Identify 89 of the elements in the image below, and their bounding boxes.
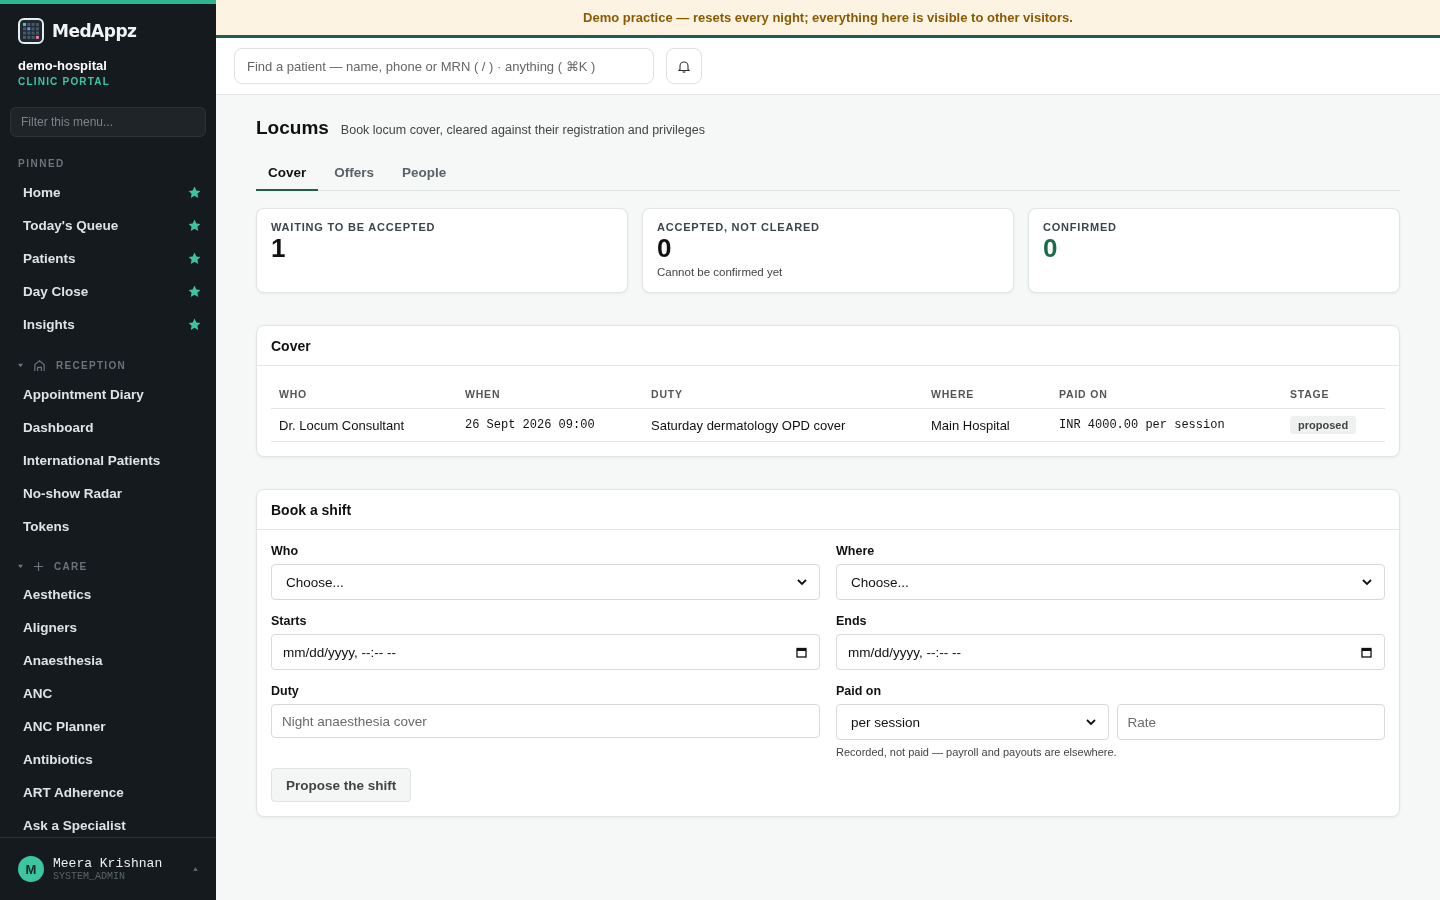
field-label: Paid on bbox=[836, 684, 883, 698]
stat-label: CONFIRMED bbox=[1043, 221, 1117, 233]
menu-item[interactable]: No-show Radar bbox=[23, 486, 122, 501]
house-icon bbox=[33, 359, 46, 372]
field-label: Duty bbox=[271, 684, 300, 698]
star-icon[interactable] bbox=[188, 285, 201, 298]
menu-item[interactable]: Anaesthesia bbox=[23, 653, 103, 668]
chevron-down-icon bbox=[1362, 578, 1372, 586]
stat-label: WAITING TO BE ACCEPTED bbox=[271, 221, 436, 233]
table-cell-text: INR 4000.00 per session bbox=[1058, 418, 1225, 432]
menu-item[interactable]: Home bbox=[23, 185, 61, 200]
field-label: Starts bbox=[271, 614, 308, 628]
bell-icon bbox=[678, 59, 690, 73]
select-field[interactable]: per session bbox=[836, 704, 1109, 740]
filter-field[interactable]: Filter this menu... bbox=[10, 107, 206, 137]
date-field[interactable]: mm/dd/yyyy, --:-- -- bbox=[836, 634, 1385, 670]
field-label: Who bbox=[271, 544, 300, 558]
menu-item[interactable]: Tokens bbox=[23, 519, 70, 534]
page-title: Locums bbox=[256, 117, 329, 139]
column-header: PAID ON bbox=[1058, 388, 1108, 400]
column-header: STAGE bbox=[1289, 388, 1330, 400]
chevron-down-icon bbox=[1085, 718, 1096, 726]
section-heading: CARE bbox=[54, 561, 88, 572]
stat-value: 0 bbox=[1043, 233, 1058, 263]
table-cell-text: Saturday dermatology OPD cover bbox=[650, 417, 846, 433]
menu-item[interactable]: Ask a Specialist bbox=[23, 818, 126, 833]
menu-item[interactable]: ART Adherence bbox=[23, 785, 124, 800]
stat-label: ACCEPTED, NOT CLEARED bbox=[657, 221, 820, 233]
input-field[interactable]: Night anaesthesia cover bbox=[271, 704, 820, 738]
menu-item[interactable]: Aesthetics bbox=[23, 587, 92, 602]
notifications-button[interactable] bbox=[666, 48, 702, 84]
search-field[interactable]: Find a patient — name, phone or MRN ( / ) · anything ( ⌘K ) bbox=[234, 48, 654, 84]
card-title: Cover bbox=[257, 326, 1399, 366]
card-title: Book a shift bbox=[257, 490, 1399, 530]
tab[interactable]: Cover bbox=[256, 155, 319, 191]
stat-value: 1 bbox=[271, 233, 286, 263]
star-icon[interactable] bbox=[188, 219, 201, 232]
chevron-down-icon bbox=[797, 578, 807, 586]
select-field[interactable]: Choose... bbox=[271, 564, 820, 600]
calendar-icon bbox=[1361, 646, 1372, 658]
menu-item[interactable]: Patients bbox=[23, 251, 76, 266]
menu-item[interactable]: Aligners bbox=[23, 620, 77, 635]
column-header: WHEN bbox=[464, 388, 501, 400]
star-icon[interactable] bbox=[188, 318, 201, 331]
section-heading: RECEPTION bbox=[56, 360, 127, 371]
field-label: Where bbox=[836, 544, 876, 558]
caret-up-icon[interactable] bbox=[193, 867, 198, 871]
menu-item[interactable]: Appointment Diary bbox=[23, 387, 144, 402]
user-name: Meera Krishnan bbox=[53, 856, 164, 871]
user-role: SYSTEM_ADMIN bbox=[53, 871, 126, 882]
stage-badge: proposed bbox=[1290, 416, 1357, 434]
menu-item[interactable]: Antibiotics bbox=[23, 752, 93, 767]
org-name: demo-hospital bbox=[17, 57, 108, 73]
plus-icon bbox=[33, 561, 44, 572]
star-icon[interactable] bbox=[188, 252, 201, 265]
logo-icon bbox=[18, 18, 44, 44]
field-label: Ends bbox=[836, 614, 868, 628]
select-field[interactable]: Choose... bbox=[836, 564, 1385, 600]
tab[interactable]: Offers bbox=[322, 155, 387, 191]
stat-value: 0 bbox=[657, 233, 672, 263]
table-cell-text: 26 Sept 2026 09:00 bbox=[464, 418, 595, 432]
star-icon[interactable] bbox=[188, 186, 201, 199]
brand-name: MedAppz bbox=[52, 21, 137, 41]
table-cell-text: Dr. Locum Consultant bbox=[278, 417, 404, 433]
rate-field[interactable]: Rate bbox=[1116, 704, 1385, 740]
menu-item[interactable]: Dashboard bbox=[23, 420, 94, 435]
column-header: DUTY bbox=[650, 388, 683, 400]
page-subtitle: Book locum cover, cleared against their registration and privileges bbox=[340, 123, 705, 137]
table-cell-text: Main Hospital bbox=[930, 417, 1010, 433]
calendar-icon bbox=[796, 646, 807, 658]
avatar[interactable]: M bbox=[18, 856, 44, 882]
field-hint: Recorded, not paid — payroll and payouts are elsewhere. bbox=[836, 746, 1118, 758]
column-header: WHO bbox=[278, 388, 308, 400]
date-field[interactable]: mm/dd/yyyy, --:-- -- bbox=[271, 634, 820, 670]
stat-note: Cannot be confirmed yet bbox=[657, 266, 783, 278]
banner-text: Demo practice — resets every night; everything here is visible to other visitors. bbox=[583, 10, 1073, 25]
caret-down-icon[interactable] bbox=[18, 363, 23, 368]
column-header: WHERE bbox=[930, 388, 975, 400]
menu-item[interactable]: ANC Planner bbox=[23, 719, 106, 734]
menu-item[interactable]: Day Close bbox=[23, 284, 89, 299]
propose-button[interactable]: Propose the shift bbox=[271, 768, 412, 802]
caret-down-icon[interactable] bbox=[18, 564, 23, 569]
menu-item[interactable]: Today's Queue bbox=[23, 218, 119, 233]
tab[interactable]: People bbox=[390, 155, 459, 191]
portal-label: CLINIC PORTAL bbox=[17, 75, 112, 87]
menu-item[interactable]: ANC bbox=[23, 686, 53, 701]
menu-item[interactable]: Insights bbox=[23, 317, 75, 332]
menu-item[interactable]: International Patients bbox=[23, 453, 161, 468]
section-heading: PINNED bbox=[17, 157, 66, 171]
